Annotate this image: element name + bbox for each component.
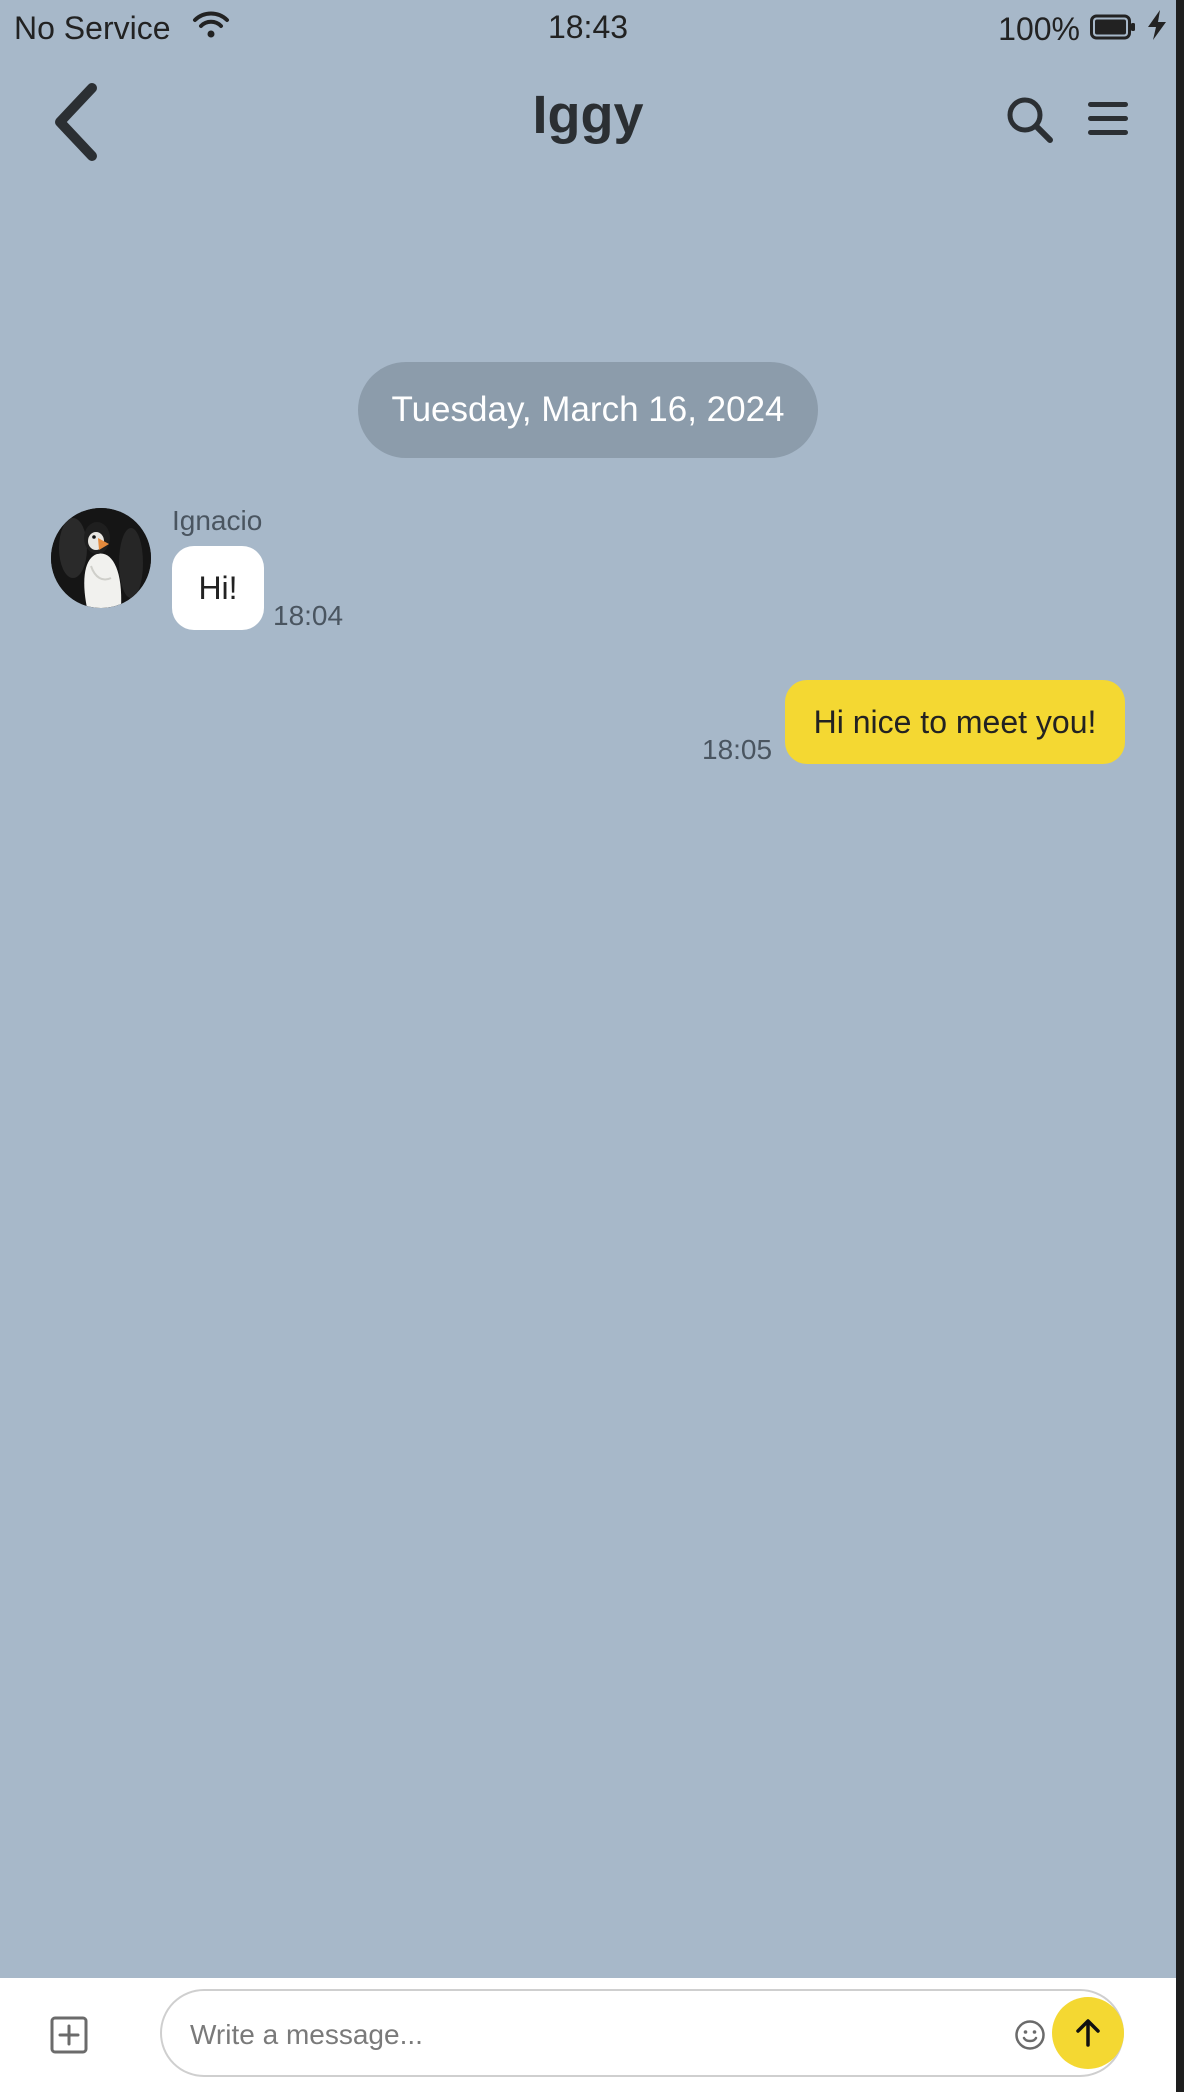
- charging-bolt-icon: [1146, 9, 1168, 49]
- message-input[interactable]: [188, 2009, 952, 2061]
- incoming-message-bubble[interactable]: Hi!: [172, 546, 264, 630]
- status-bar: No Service 18:43 100%: [0, 0, 1176, 56]
- emoji-button[interactable]: [1014, 2019, 1046, 2051]
- chat-title: Iggy: [532, 85, 644, 145]
- search-icon: [1007, 97, 1053, 143]
- battery-percent: 100%: [998, 10, 1080, 47]
- status-right: 100%: [988, 9, 1168, 49]
- header: Iggy: [0, 56, 1176, 186]
- outgoing-message-bubble[interactable]: Hi nice to meet you!: [785, 680, 1125, 764]
- add-attachment-icon: [50, 2016, 88, 2054]
- date-separator: Tuesday, March 16, 2024: [358, 362, 818, 458]
- message-composer: [0, 1978, 1176, 2092]
- message-timestamp: 18:05: [702, 734, 773, 765]
- message-text: Hi!: [198, 569, 238, 606]
- message-input-container: [160, 1989, 1124, 2077]
- message-timestamp: 18:04: [273, 600, 344, 631]
- sender-name: Ignacio: [172, 505, 263, 536]
- menu-icon: [1088, 102, 1128, 135]
- emoji-icon: [1015, 2020, 1045, 2050]
- add-attachment-button[interactable]: [50, 2016, 88, 2054]
- send-button[interactable]: [1052, 1997, 1124, 2069]
- send-arrow-icon: [1076, 2019, 1100, 2047]
- puffin-avatar: [51, 508, 151, 608]
- avatar[interactable]: [51, 508, 151, 608]
- battery-icon: [1090, 11, 1136, 48]
- menu-button[interactable]: [1082, 94, 1138, 144]
- message-text: Hi nice to meet you!: [813, 703, 1097, 740]
- search-button[interactable]: [1002, 92, 1058, 148]
- chat-screen: No Service 18:43 100% Iggy Tuesday, Marc…: [0, 0, 1176, 2092]
